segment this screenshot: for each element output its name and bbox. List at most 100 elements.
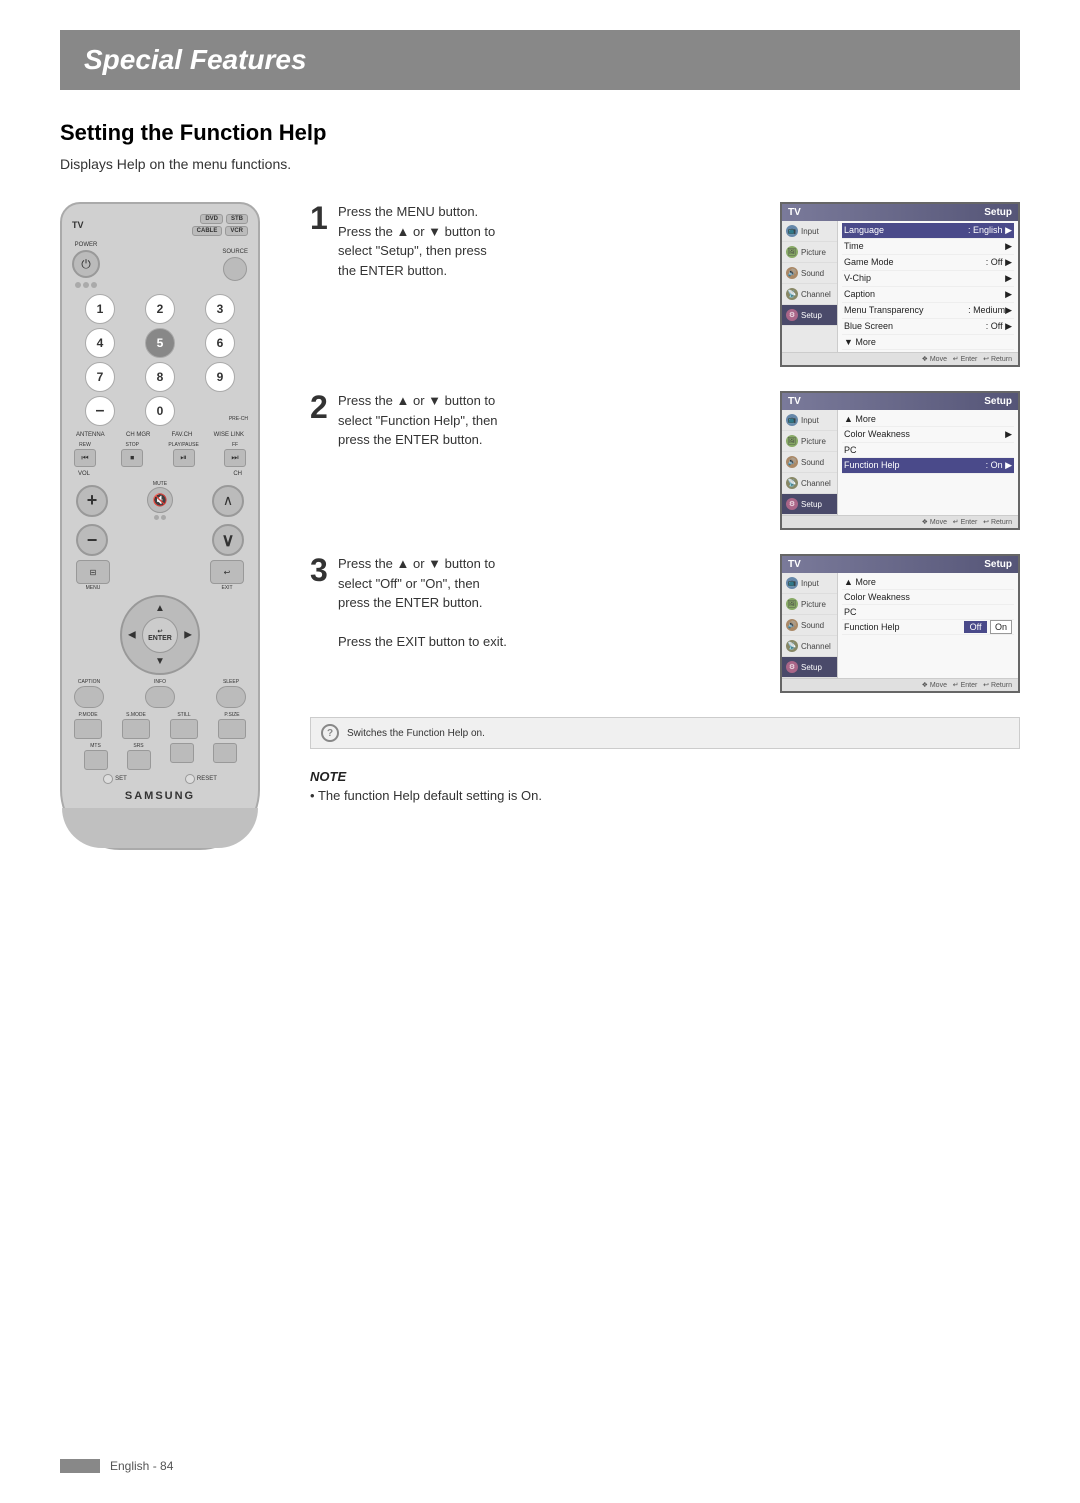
num-dash-button[interactable]: – — [85, 396, 115, 426]
set-dot[interactable] — [103, 774, 113, 784]
num-5-button[interactable]: 5 — [145, 328, 175, 358]
ch-down-button[interactable]: ∨ — [212, 524, 244, 556]
ff-button[interactable]: ⏭ — [224, 449, 246, 467]
sidebar-sound: 🔊 Sound — [782, 263, 837, 284]
page-header: Special Features — [60, 30, 1020, 90]
menu-row-time: Time▶ — [842, 239, 1014, 255]
nav-right-button[interactable]: ▶ — [184, 630, 192, 641]
vol-down-button[interactable]: − — [76, 524, 108, 556]
enter-button[interactable]: ↩ ENTER — [142, 617, 178, 653]
section-description: Displays Help on the menu functions. — [60, 156, 1020, 172]
tv-menu-3-tv: TV — [788, 559, 801, 570]
num-7-button[interactable]: 7 — [85, 362, 115, 392]
extra-button-2[interactable] — [213, 743, 237, 763]
step-3-line1: Press the ▲ or ▼ button to — [338, 556, 495, 571]
menu-row-game-mode: Game Mode: Off ▶ — [842, 255, 1014, 271]
nav-up-button[interactable]: ▲ — [155, 603, 165, 614]
vol-label: VOL — [78, 471, 90, 477]
on-option: On — [990, 620, 1012, 634]
play-pause-button[interactable]: ⏯ — [173, 449, 195, 467]
rew-label: REW — [79, 442, 91, 448]
sidebar3-input: 📺 Input — [782, 573, 837, 594]
cable-button[interactable]: CABLE — [192, 226, 223, 236]
sidebar2-channel: 📡 Channel — [782, 473, 837, 494]
num-1-button[interactable]: 1 — [85, 294, 115, 324]
info-button[interactable] — [145, 686, 175, 708]
num-9-button[interactable]: 9 — [205, 362, 235, 392]
reset-dot[interactable] — [185, 774, 195, 784]
page-title: Special Features — [84, 44, 996, 76]
p-size-button[interactable] — [218, 719, 246, 739]
ff-label: FF — [232, 442, 238, 448]
rew-button[interactable]: ⏮ — [74, 449, 96, 467]
setup3-icon: ⚙ — [786, 661, 798, 673]
source-label: SOURCE — [222, 249, 248, 255]
menu-button[interactable]: ⊟ — [76, 560, 110, 584]
power-button[interactable]: ⏻ — [72, 250, 100, 278]
num-0-button[interactable]: 0 — [145, 396, 175, 426]
vol-ch-area: + MUTE 🔇 ∧ — [76, 481, 244, 520]
num-2-button[interactable]: 2 — [145, 294, 175, 324]
tv-menu-1-title: Setup — [984, 207, 1012, 218]
num-6-button[interactable]: 6 — [205, 328, 235, 358]
page-footer: English - 84 — [60, 1459, 173, 1473]
nav-left-button[interactable]: ◀ — [128, 630, 136, 641]
p-mode-button[interactable] — [74, 719, 102, 739]
sidebar3-picture: 🖼 Picture — [782, 594, 837, 615]
tv-menu-2-sidebar: 📺 Input 🖼 Picture 🔊 Sound 📡 — [782, 410, 838, 515]
srs-button[interactable] — [127, 750, 151, 770]
sound-icon: 🔊 — [786, 267, 798, 279]
num-8-button[interactable]: 8 — [145, 362, 175, 392]
input-icon: 📺 — [786, 225, 798, 237]
menu2-row-color-weakness: Color Weakness▶ — [842, 427, 1014, 443]
nav-down-button[interactable]: ▼ — [155, 656, 165, 667]
exit-button[interactable]: ↩ — [210, 560, 244, 584]
source-button[interactable] — [223, 257, 247, 281]
tv-menu-1-tv: TV — [788, 207, 801, 218]
tv-menu-3-header: TV Setup — [782, 556, 1018, 573]
info-box: ? Switches the Function Help on. — [310, 717, 1020, 749]
caption-row: CAPTION INFO SLEEP — [74, 679, 246, 708]
tv-menu-1-sidebar: 📺 Input 🖼 Picture 🔊 Sound 📡 — [782, 221, 838, 352]
picture2-icon: 🖼 — [786, 435, 798, 447]
set-reset-row: SET RESET — [74, 774, 246, 784]
stb-button[interactable]: STB — [226, 214, 248, 224]
vcr-button[interactable]: VCR — [225, 226, 248, 236]
remote-bottom — [62, 808, 258, 848]
mts-button[interactable] — [84, 750, 108, 770]
s-mode-button[interactable] — [122, 719, 150, 739]
tv-menu-1-content: Language: English ▶ Time▶ Game Mode: Off… — [838, 221, 1018, 352]
sidebar-picture: 🖼 Picture — [782, 242, 837, 263]
ch-up-button[interactable]: ∧ — [212, 485, 244, 517]
still-button[interactable] — [170, 719, 198, 739]
step-1-text: Press the MENU button. Press the ▲ or ▼ … — [338, 202, 764, 280]
nav-area: ▲ ▼ ◀ ▶ ↩ ENTER — [72, 595, 248, 675]
num-4-button[interactable]: 4 — [85, 328, 115, 358]
tv-menu-2-body: 📺 Input 🖼 Picture 🔊 Sound 📡 — [782, 410, 1018, 515]
channel3-icon: 📡 — [786, 640, 798, 652]
channel-icon: 📡 — [786, 288, 798, 300]
tv-menu-2-title: Setup — [984, 396, 1012, 407]
caption-button[interactable] — [74, 686, 104, 708]
play-pause-label: PLAY/PAUSE — [168, 442, 198, 448]
step-3-line2: select "Off" or "On", then — [338, 576, 480, 591]
off-option: Off — [964, 621, 988, 633]
transport-row: REW ⏮ STOP ⏹ PLAY/PAUSE ⏯ FF ⏭ — [74, 442, 246, 467]
mute-button[interactable]: 🔇 — [147, 487, 173, 513]
caption-label: CAPTION — [78, 679, 100, 685]
sidebar-setup: ⚙ Setup — [782, 305, 837, 326]
exit-label: EXIT — [221, 585, 232, 591]
tv-menu-2-content: ▲ More Color Weakness▶ PC Function Help:… — [838, 410, 1018, 515]
stop-button[interactable]: ⏹ — [121, 449, 143, 467]
num-3-button[interactable]: 3 — [205, 294, 235, 324]
menu-row-caption: Caption▶ — [842, 287, 1014, 303]
number-pad: 1 2 3 4 5 6 7 8 9 – 0 PRE-CH — [72, 294, 248, 426]
dvd-button[interactable]: DVD — [200, 214, 223, 224]
sleep-button[interactable] — [216, 686, 246, 708]
step-3-line3: press the ENTER button. — [338, 595, 483, 610]
extra-button-1[interactable] — [170, 743, 194, 763]
tv-label: TV — [72, 220, 84, 230]
step-2-text: Press the ▲ or ▼ button to select "Funct… — [338, 391, 764, 450]
sidebar3-channel: 📡 Channel — [782, 636, 837, 657]
vol-up-button[interactable]: + — [76, 485, 108, 517]
